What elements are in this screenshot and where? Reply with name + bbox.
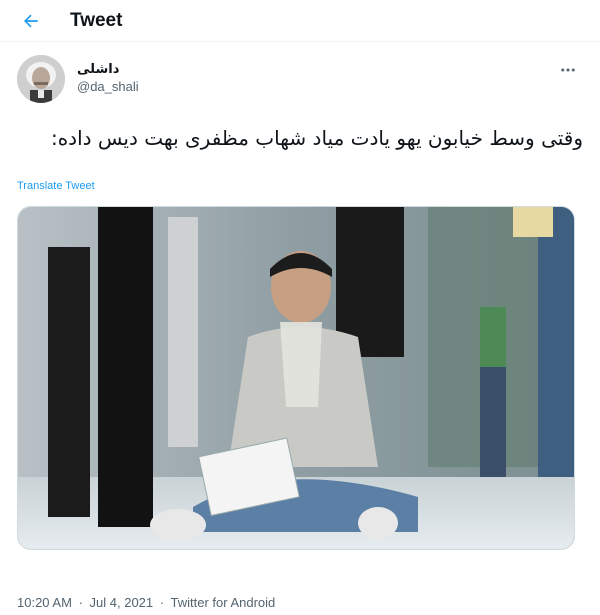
meta-separator: · xyxy=(78,595,83,610)
top-bar: Tweet xyxy=(0,0,600,42)
page-title: Tweet xyxy=(70,9,123,31)
tweet-text: وقتی وسط خیابون یهو یادت میاد شهاب مظفری… xyxy=(50,126,583,150)
author-row: داشلی @da_shali xyxy=(17,55,583,107)
avatar[interactable] xyxy=(17,55,65,103)
back-button[interactable] xyxy=(14,4,48,38)
tweet-source[interactable]: Twitter for Android xyxy=(171,595,276,610)
author-display-name[interactable]: داشلی xyxy=(77,61,139,77)
arrow-left-icon xyxy=(23,14,38,27)
meta-separator: · xyxy=(159,595,165,610)
more-dots-icon xyxy=(561,68,575,72)
photo xyxy=(18,207,574,549)
more-button[interactable] xyxy=(553,55,583,85)
tweet-date[interactable]: Jul 4, 2021 xyxy=(90,595,154,610)
translate-tweet-link[interactable]: Translate Tweet xyxy=(17,180,95,192)
tweet-time[interactable]: 10:20 AM xyxy=(17,595,72,610)
tweet-photo[interactable] xyxy=(17,206,575,550)
tweet-meta: 10:20 AM · Jul 4, 2021 · Twitter for And… xyxy=(17,595,278,610)
author-handle[interactable]: @da_shali xyxy=(77,79,139,94)
avatar-image xyxy=(17,55,65,103)
